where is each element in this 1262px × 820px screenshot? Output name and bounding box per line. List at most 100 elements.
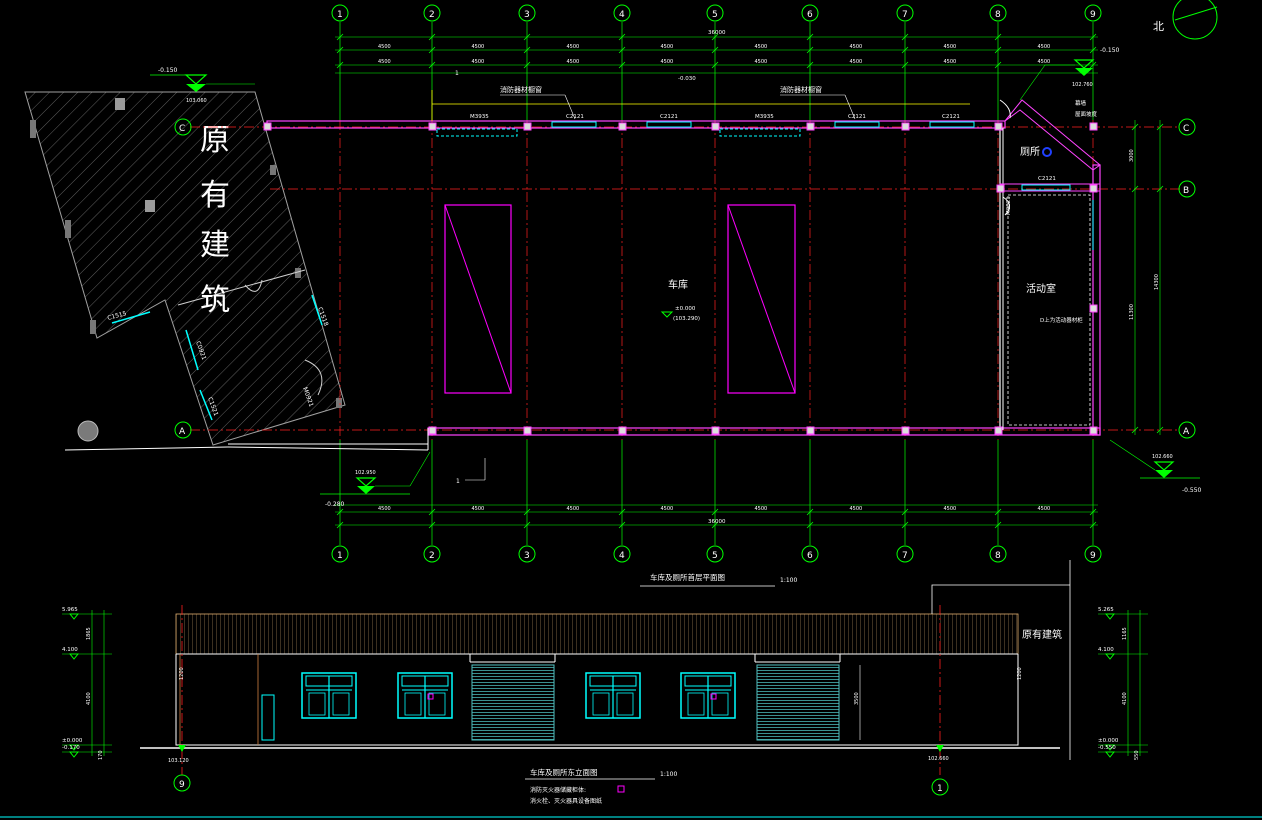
elevation-axis-right: 1: [937, 784, 943, 794]
elevation-window: [397, 672, 453, 719]
axis-label-top: 3: [524, 10, 530, 20]
elevation-axis-left: 9: [179, 780, 185, 790]
row-label-right: A: [1183, 427, 1190, 437]
row-label-right: C: [1183, 124, 1189, 134]
top-dim: 4500: [944, 44, 957, 50]
bottom-dim: 4500: [472, 506, 485, 512]
window-label-4: C2121: [942, 114, 960, 120]
existing-building: 原 有 建 筑 C1515 C1518 C0921 C1521 M0921: [24, 91, 346, 446]
top-dim: 4500: [661, 44, 674, 50]
bottom-total-dim: 36000: [708, 519, 726, 525]
existing-building-char-4: 筑: [200, 283, 230, 318]
axis-label-top: 6: [807, 10, 813, 20]
fire-extinguisher-icon: [617, 785, 625, 793]
top-dim-2: 4500: [944, 59, 957, 65]
elevation-level-label: 4.100: [62, 647, 78, 653]
door-label-1: M3935: [470, 114, 489, 120]
note-marker-bottom: 1: [456, 478, 460, 485]
axis-label-top: 5: [712, 10, 718, 20]
elevation-window: [301, 672, 357, 719]
axis-label-top: 1: [337, 10, 343, 20]
fire-cabinet-label-2: 消防器材橱窗: [780, 85, 822, 94]
top-dim-2: 4500: [661, 59, 674, 65]
axis-label-bottom: 7: [902, 551, 908, 561]
elevation-inner-height-right: 1200: [1017, 667, 1023, 680]
top-total-dim: 36000: [708, 30, 726, 36]
room-label-toilet: 厕所: [1020, 146, 1040, 158]
existing-building-char-1: 原: [200, 123, 230, 158]
elevation-level-label: 5.965: [62, 607, 78, 613]
window-label-3: C2121: [848, 114, 866, 120]
right-dim: 3000: [1129, 149, 1135, 162]
elevation: 原有建筑 9 1 103.120 102.660 3500 1200 1200: [140, 560, 1071, 796]
right-dim: 11300: [1129, 304, 1135, 320]
axis-label-top: 2: [429, 10, 435, 20]
level-left-top: -0.150: [158, 67, 178, 74]
bottom-dim: 4500: [755, 506, 768, 512]
axis-label-top: 7: [902, 10, 908, 20]
window-label-1: C2121: [566, 114, 584, 120]
top-dim: 4500: [567, 44, 580, 50]
row-label-left: A: [179, 427, 186, 437]
door-label-2: M3935: [755, 114, 774, 120]
axis-label-top: 4: [619, 10, 625, 20]
existing-building-char-2: 有: [200, 178, 230, 213]
activity-note: D上为活动器材柜: [1040, 316, 1083, 324]
top-dim-2: 4500: [850, 59, 863, 65]
garage-level-abs: (103.290): [673, 316, 700, 322]
top-dim-2: 4500: [755, 59, 768, 65]
axis-label-bottom: 3: [524, 551, 530, 561]
level-right-top: -0.150: [1100, 47, 1120, 54]
existing-building-char-3: 建: [200, 228, 230, 263]
row-label-left: C: [179, 124, 185, 134]
elevation-window: [680, 672, 736, 719]
elevation-scale: 1:100: [660, 771, 677, 778]
axis-label-bottom: 8: [995, 551, 1001, 561]
elevation-level-label: 5.265: [1098, 607, 1114, 613]
axis-label-top: 9: [1090, 10, 1096, 20]
elevation-level-dim: 1165: [1122, 627, 1128, 640]
axis-label-bottom: 6: [807, 551, 813, 561]
elevation-level-label: ±0.000: [62, 738, 83, 744]
top-dim: 4500: [1038, 44, 1051, 50]
level-right-bottom: -0.550: [1182, 487, 1202, 494]
level-left-bottom: -0.280: [325, 501, 345, 508]
structural-columns: [263, 122, 1098, 435]
plan-title: 车库及厕所首层平面图: [650, 572, 725, 582]
top-dim: 4500: [472, 44, 485, 50]
level-left-bottom-abs: 102.950: [355, 470, 376, 476]
top-dim-2: 4500: [472, 59, 485, 65]
elevation-level-label: -0.550: [1098, 745, 1116, 751]
north-label: 北: [1153, 20, 1164, 33]
room-label-garage: 车库: [668, 278, 688, 291]
row-label-right: B: [1183, 186, 1189, 196]
elevation-ground-left: 103.120: [168, 758, 189, 764]
elevation-ground-right: 102.660: [928, 756, 949, 762]
existing-building-elevation-label: 原有建筑: [1022, 628, 1062, 641]
axis-label-top: 8: [995, 10, 1001, 20]
room-label-activity: 活动室: [1026, 282, 1056, 295]
axis-label-bottom: 2: [429, 551, 435, 561]
floor-drain-icon: [1042, 147, 1052, 157]
elevation-note-1: 消防灭火器储藏柜体:: [530, 786, 586, 794]
fire-cabinet-label-1: 消防器材橱窗: [500, 85, 542, 94]
elevation-window: [585, 672, 641, 719]
top-dim-2: 4500: [378, 59, 391, 65]
level-right-bottom-abs: 102.660: [1152, 454, 1173, 460]
axis-label-bottom: 5: [712, 551, 718, 561]
window-label-2: C2121: [660, 114, 678, 120]
door-label-toilet: M0821: [1006, 196, 1012, 215]
bottom-dim: 4500: [1038, 506, 1051, 512]
window-label-toilet: C2121: [1038, 176, 1056, 182]
elevation-title: 车库及厕所东立面图: [530, 767, 598, 777]
axis-label-bottom: 1: [337, 551, 343, 561]
bottom-dim: 4500: [567, 506, 580, 512]
right-total-dim: 14300: [1154, 274, 1160, 290]
elevation-level-label: -0.170: [62, 745, 80, 751]
elevation-level-dim: 550: [1134, 750, 1140, 760]
note-marker-top: 1: [455, 70, 459, 77]
level-right-top-abs: 102.760: [1072, 82, 1093, 88]
bottom-dim: 4500: [850, 506, 863, 512]
bottom-dim: 4500: [661, 506, 674, 512]
bottom-dim: 4500: [944, 506, 957, 512]
